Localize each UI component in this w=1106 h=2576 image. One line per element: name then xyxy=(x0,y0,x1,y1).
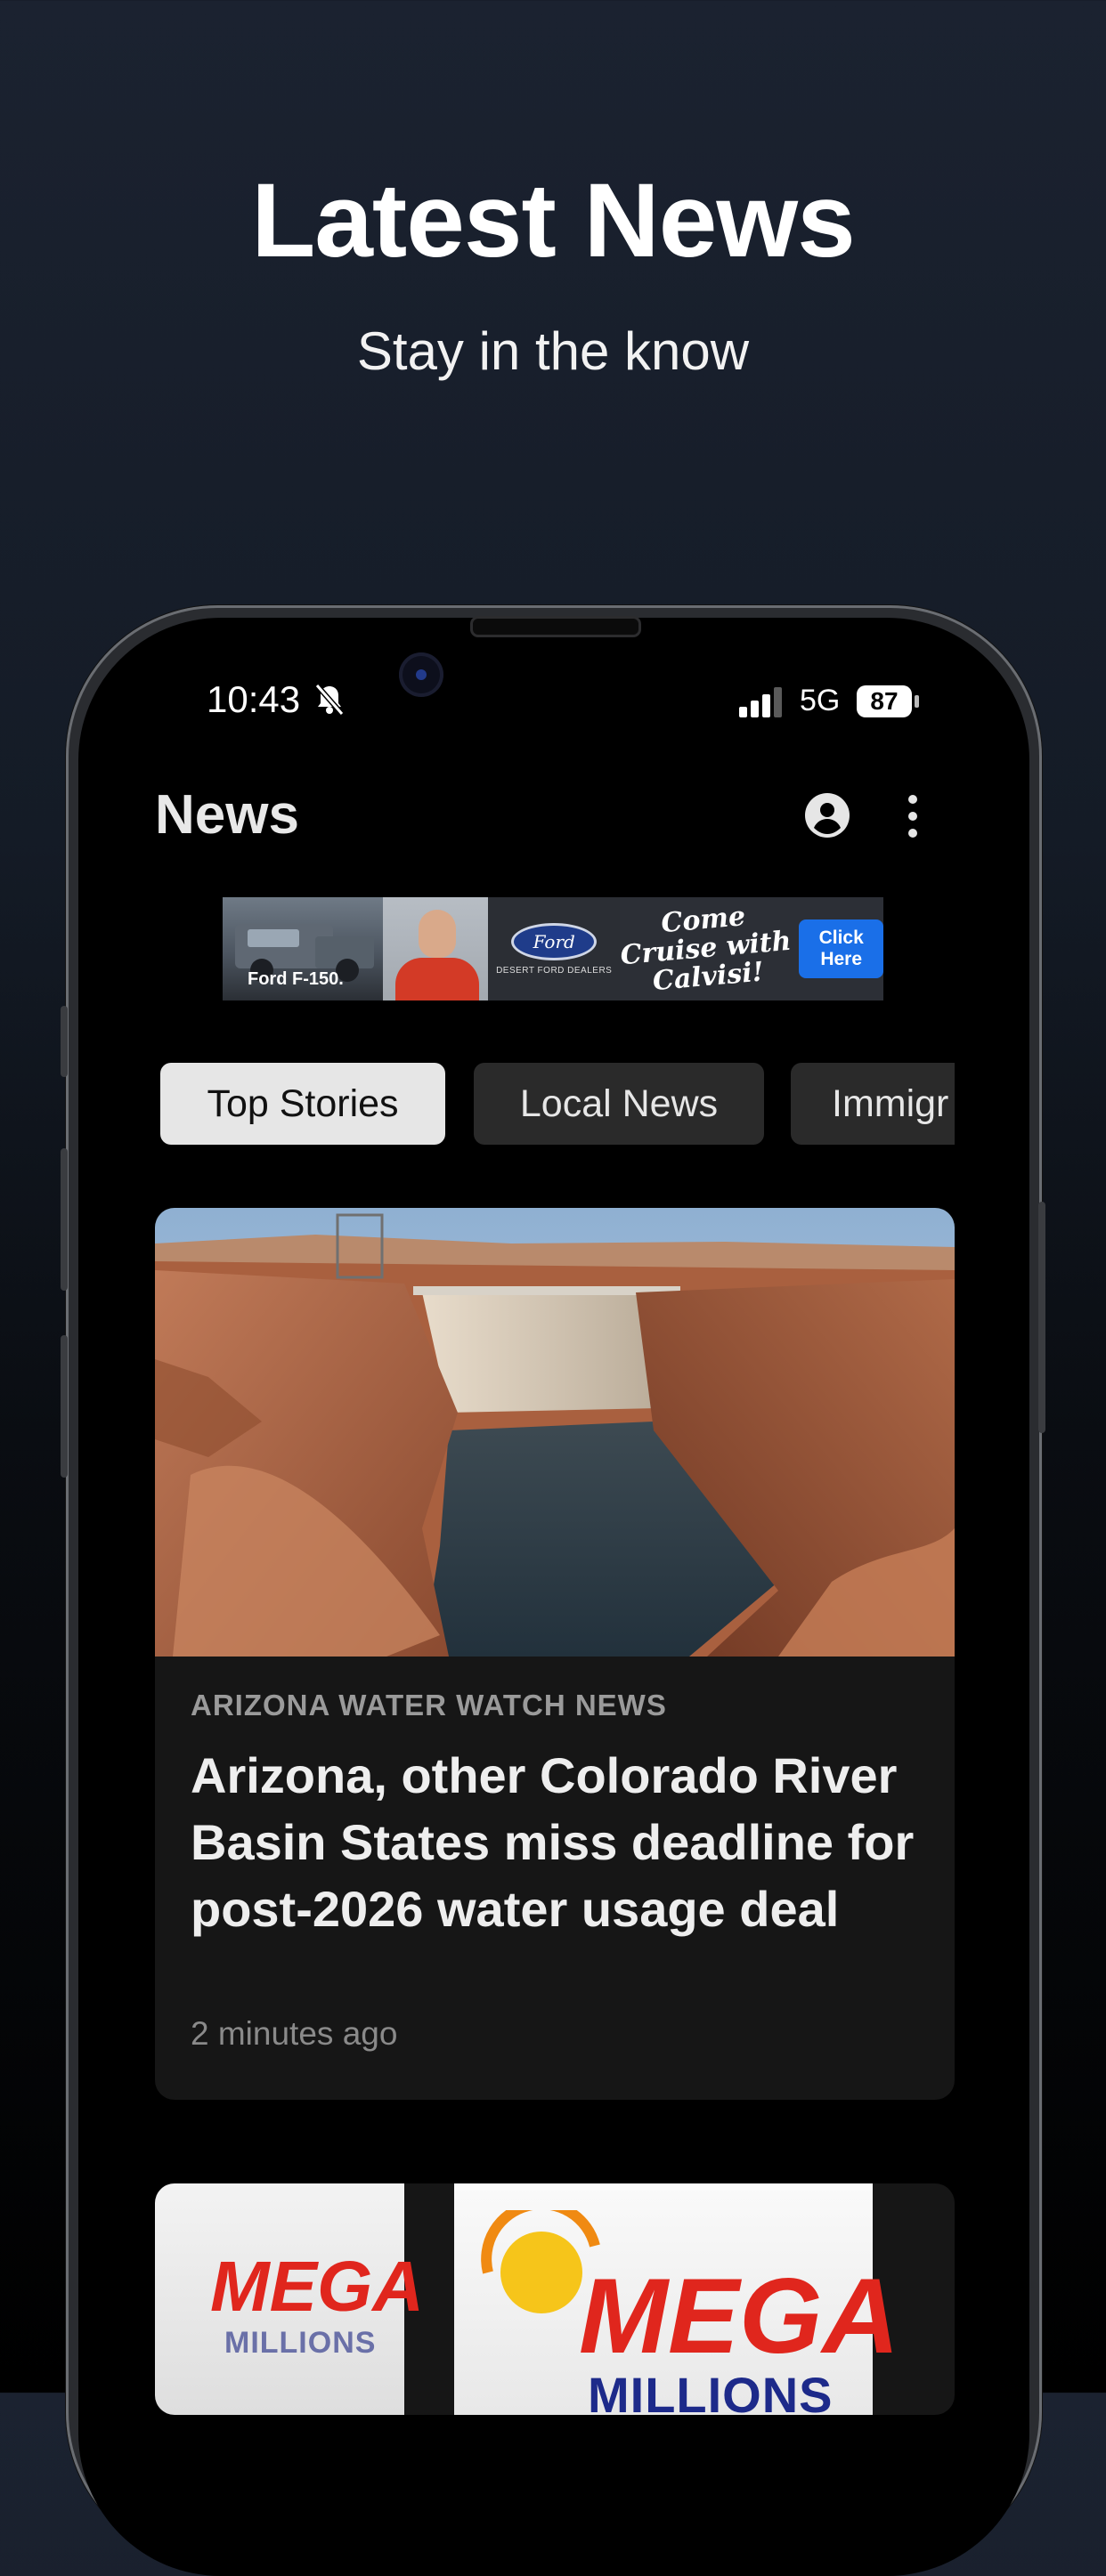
cellular-signal-icon xyxy=(739,687,782,717)
article-card[interactable]: ARIZONA WATER WATCH NEWS Arizona, other … xyxy=(155,1208,955,2100)
promo-subtitle: Stay in the know xyxy=(356,321,750,381)
article-source: ARIZONA WATER WATCH NEWS xyxy=(191,1689,667,1721)
phone-volume-up-button xyxy=(61,1148,68,1291)
more-options-icon[interactable] xyxy=(899,792,926,840)
battery-indicator: 87 xyxy=(857,685,912,717)
article-card[interactable]: MEGA MILLIONS MEGA MILLIONS xyxy=(155,2183,955,2415)
article-image-left: MEGA MILLIONS xyxy=(155,2183,424,2415)
article-image xyxy=(155,1208,955,1657)
ad-tagline: Come Cruise with Calvisi! xyxy=(619,901,793,998)
millions-logo-text: MILLIONS xyxy=(588,2367,834,2415)
ad-truck-label: Ford F-150. xyxy=(248,969,344,989)
bell-slash-icon xyxy=(314,684,345,716)
article-image-right: MEGA MILLIONS xyxy=(454,2183,899,2415)
article-timestamp: 2 minutes ago xyxy=(191,2015,398,2052)
tab-local-news[interactable]: Local News xyxy=(474,1063,764,1145)
phone-earpiece xyxy=(470,616,641,637)
mega-logo-text: MEGA xyxy=(579,2256,899,2376)
mega-logo-text: MEGA xyxy=(210,2247,424,2326)
tab-top-stories[interactable]: Top Stories xyxy=(160,1063,445,1145)
ad-cta-button[interactable]: Click Here xyxy=(799,919,883,978)
battery-tip xyxy=(915,695,919,708)
tab-immigration[interactable]: Immigr xyxy=(791,1063,955,1145)
phone-mute-switch xyxy=(61,1006,68,1077)
category-tabs: Top Stories Local News Immigr xyxy=(160,1063,955,1146)
phone-volume-down-button xyxy=(61,1335,68,1478)
app-title: News xyxy=(155,784,299,846)
ad-spokesperson-image xyxy=(383,897,489,1000)
ad-banner[interactable]: Ford F-150. Ford DESERT FORD DEALERS Com… xyxy=(223,897,883,1000)
status-time: 10:43 xyxy=(207,678,301,720)
front-camera xyxy=(399,652,443,697)
ad-dealer: DESERT FORD DEALERS xyxy=(496,965,613,976)
promo-title: Latest News xyxy=(251,162,856,279)
millions-logo-text: MILLIONS xyxy=(224,2326,377,2360)
ad-truck-image: Ford F-150. xyxy=(223,897,383,1000)
ad-ford-logo: Ford DESERT FORD DEALERS xyxy=(488,897,621,1000)
account-icon[interactable] xyxy=(804,792,850,838)
phone-power-button xyxy=(1038,1202,1045,1433)
network-type: 5G xyxy=(800,684,841,717)
article-headline[interactable]: Arizona, other Colorado River Basin Stat… xyxy=(191,1742,921,1942)
ford-brand: Ford xyxy=(511,922,598,960)
